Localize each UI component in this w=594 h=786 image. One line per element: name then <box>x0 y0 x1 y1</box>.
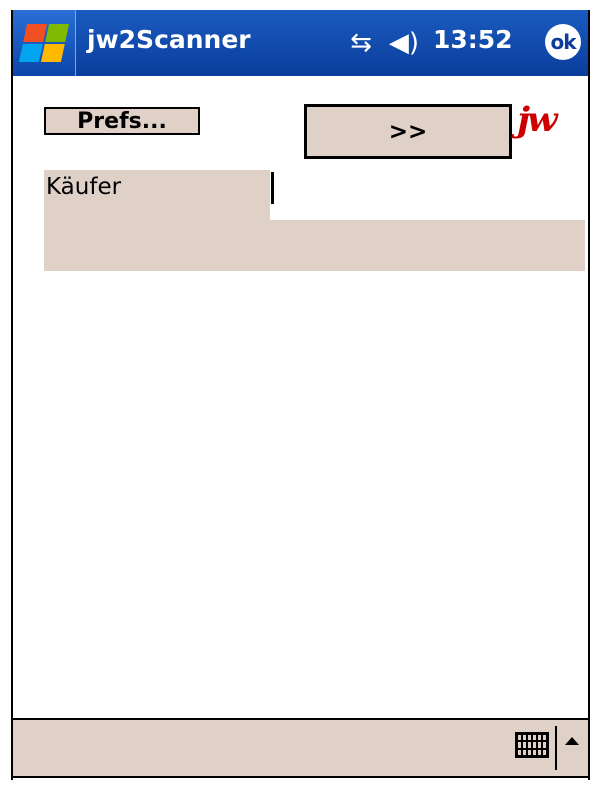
text-caret <box>271 172 274 204</box>
next-button[interactable]: >> <box>304 104 512 159</box>
clock[interactable]: 13:52 <box>433 25 513 54</box>
windows-start-icon <box>17 22 72 64</box>
divider <box>555 726 557 770</box>
connectivity-icon[interactable]: ⇆ <box>341 28 381 58</box>
title-bar: jw2Scanner ⇆ ◀) 13:52 ok <box>13 10 588 76</box>
menu-bar <box>13 718 588 778</box>
pocketpc-screen: jw2Scanner ⇆ ◀) 13:52 ok Prefs... >> jw … <box>0 0 594 786</box>
keyboard-icon[interactable] <box>515 732 549 758</box>
status-icons: ⇆ ◀) <box>341 22 427 64</box>
info-panel <box>44 220 585 271</box>
frame-right-border <box>588 10 590 780</box>
start-button[interactable] <box>13 10 76 76</box>
jw-logo: jw <box>517 100 557 140</box>
buyer-input[interactable] <box>270 170 585 220</box>
ok-button[interactable]: ok <box>545 24 581 60</box>
prefs-button[interactable]: Prefs... <box>44 107 200 135</box>
buyer-label: Käufer <box>44 170 270 220</box>
arrow-up-icon[interactable] <box>565 737 579 745</box>
app-title: jw2Scanner <box>87 25 251 54</box>
frame-left-border <box>11 10 13 780</box>
volume-icon[interactable]: ◀) <box>381 28 427 58</box>
